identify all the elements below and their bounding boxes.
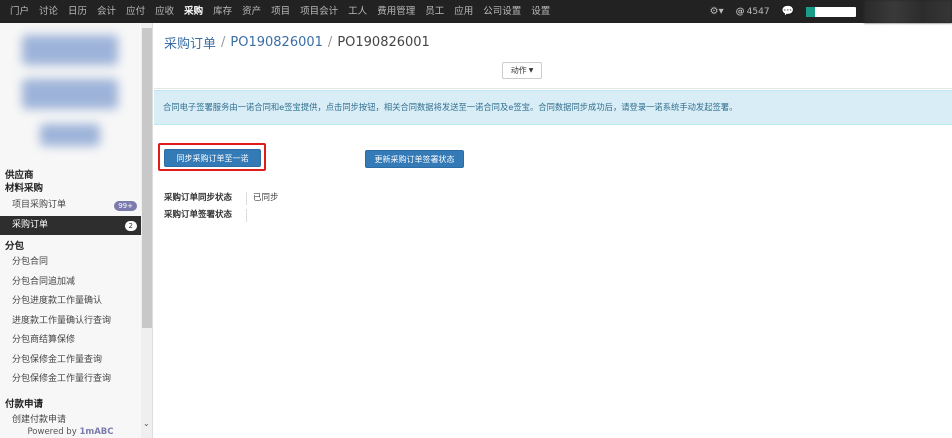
sidebar-item-label: 项目采购订单 bbox=[12, 200, 67, 210]
sidebar-scrollbar[interactable]: ⌄ bbox=[141, 23, 152, 438]
breadcrumb-separator: / bbox=[221, 35, 226, 50]
sidebar-section-title: 分包 bbox=[5, 241, 25, 252]
nav-item[interactable]: 应付 bbox=[121, 0, 150, 23]
nav-item[interactable]: 日历 bbox=[63, 0, 92, 23]
notification-count: 4547 bbox=[746, 6, 770, 17]
sidebar-item[interactable]: 分包保修金工作量行查询 bbox=[0, 370, 141, 390]
breadcrumb: 采购订单 / PO190826001 / PO190826001 bbox=[164, 33, 430, 52]
nav-item[interactable]: 应用 bbox=[449, 0, 478, 23]
scrollbar-thumb[interactable] bbox=[142, 28, 152, 328]
sidebar-item-label: 分包保修金工作量行查询 bbox=[12, 374, 112, 384]
sync-to-yinuo-button[interactable]: 同步采购订单至一诺 bbox=[164, 149, 261, 167]
sidebar-item-label: 采购订单 bbox=[12, 219, 49, 230]
sidebar-item-label: 分包商结算保修 bbox=[12, 335, 76, 345]
main-menu: 门户 讨论 日历 会计 应付 应收 采购 库存 资产 项目 项目会计 工人 费用管理 员工 应用 公司设置 设置 bbox=[0, 0, 555, 23]
company-logo-blurred bbox=[22, 35, 118, 65]
count-badge: 99+ bbox=[114, 201, 137, 211]
nav-item[interactable]: 资产 bbox=[237, 0, 266, 23]
breadcrumb-middle[interactable]: PO190826001 bbox=[230, 35, 323, 50]
nav-item[interactable]: 会计 bbox=[92, 0, 121, 23]
info-alert: 合同电子签署服务由一诺合同和e签宝提供，点击同步按钮，相关合同数据将发送至一诺合… bbox=[154, 90, 952, 125]
chat-icon[interactable]: 💬 bbox=[782, 6, 794, 17]
action-dropdown-button[interactable]: 动作 ▼ bbox=[502, 62, 542, 79]
sidebar-menu: 供应商材料采购项目采购订单 99+ 采购订单 2 分包分包合同分包合同追加减分包进度款工… bbox=[0, 169, 141, 430]
notifications-counter[interactable]: @ 4547 bbox=[736, 7, 770, 17]
breadcrumb-separator: / bbox=[327, 35, 333, 50]
sidebar-section-title: 材料采购 bbox=[5, 183, 44, 194]
nav-item[interactable]: 库存 bbox=[208, 0, 237, 23]
sidebar-item[interactable]: 分包合同追加减 bbox=[0, 273, 141, 293]
sidebar-item[interactable]: 进度款工作量确认行查询 bbox=[0, 312, 141, 332]
sidebar-section-title: 付款申请 bbox=[5, 398, 44, 410]
nav-item[interactable]: 应收 bbox=[150, 0, 179, 23]
nav-item[interactable]: 项目 bbox=[266, 0, 295, 23]
user-progress-fill bbox=[806, 6, 815, 17]
breadcrumb-current: PO190826001 bbox=[337, 35, 430, 50]
sidebar-section-title: 供应商 bbox=[5, 170, 34, 181]
caret-down-icon: ▼ bbox=[528, 67, 534, 74]
sidebar-item-label: 分包保修金工作量查询 bbox=[12, 354, 103, 365]
action-label: 动作 bbox=[510, 66, 527, 75]
nav-item[interactable]: 采购 bbox=[179, 0, 208, 23]
at-mention-icon: @ bbox=[735, 6, 745, 17]
scroll-down-arrow-icon[interactable]: ⌄ bbox=[143, 419, 150, 428]
breadcrumb-root[interactable]: 采购订单 bbox=[164, 33, 216, 52]
main-content: 采购订单 / PO190826001 / PO190826001 动作 ▼ 合同… bbox=[154, 23, 952, 438]
sidebar: 供应商材料采购项目采购订单 99+ 采购订单 2 分包分包合同分包合同追加减分包进度款工… bbox=[0, 23, 153, 438]
field-label: 采购订单同步状态 bbox=[164, 192, 247, 205]
settings-gear-icon[interactable]: ⚙▾ bbox=[710, 6, 724, 17]
top-right-tools: ⚙▾ @ 4547 💬 bbox=[710, 0, 952, 23]
sidebar-item-label: 分包进度款工作量确认 bbox=[12, 296, 103, 306]
sidebar-item-label: 分包合同追加减 bbox=[12, 276, 76, 287]
count-badge: 2 bbox=[124, 220, 137, 231]
nav-item[interactable]: 工人 bbox=[343, 0, 372, 23]
sidebar-item[interactable]: 项目采购订单 99+ bbox=[0, 196, 141, 216]
sidebar-item-label: 进度款工作量确认行查询 bbox=[12, 315, 112, 326]
sidebar-item[interactable]: 分包商结算保修 bbox=[0, 331, 141, 351]
update-sign-status-button[interactable]: 更新采购订单签署状态 bbox=[365, 150, 464, 168]
nav-item[interactable]: 员工 bbox=[420, 0, 449, 23]
sidebar-item[interactable]: 分包保修金工作量查询 bbox=[0, 351, 141, 371]
company-logo-blurred-2 bbox=[22, 79, 118, 109]
header-divider bbox=[154, 88, 952, 89]
company-logo-blurred-3 bbox=[40, 124, 100, 146]
powered-by: Powered by 1mABC bbox=[0, 427, 141, 438]
nav-item[interactable]: 公司设置 bbox=[478, 0, 526, 23]
sidebar-item-label: 分包合同 bbox=[12, 257, 49, 267]
nav-item[interactable]: 讨论 bbox=[34, 0, 63, 23]
nav-item[interactable]: 费用管理 bbox=[372, 0, 420, 23]
nav-item[interactable]: 门户 bbox=[5, 0, 34, 23]
field-sign-status: 采购订单签署状态 bbox=[164, 209, 253, 222]
nav-item[interactable]: 设置 bbox=[526, 0, 555, 23]
sidebar-item[interactable]: 分包进度款工作量确认 bbox=[0, 292, 141, 312]
user-menu-blurred[interactable] bbox=[864, 0, 952, 23]
user-progress-bar[interactable] bbox=[806, 6, 856, 17]
sidebar-item[interactable]: 分包合同 bbox=[0, 253, 141, 273]
nav-item[interactable]: 项目会计 bbox=[295, 0, 343, 23]
powered-by-brand[interactable]: 1mABC bbox=[79, 427, 113, 437]
field-label: 采购订单签署状态 bbox=[164, 209, 247, 222]
field-sync-status: 采购订单同步状态 已同步 bbox=[164, 192, 279, 205]
field-value bbox=[247, 209, 253, 222]
powered-by-prefix: Powered by bbox=[27, 427, 77, 437]
field-value: 已同步 bbox=[253, 193, 279, 203]
top-navbar: 门户 讨论 日历 会计 应付 应收 采购 库存 资产 项目 项目会计 工人 费用管理 员工 应用 公司设置 设置… bbox=[0, 0, 952, 23]
sidebar-item-label: 创建付款申请 bbox=[12, 414, 67, 425]
sidebar-item[interactable]: 采购订单 2 bbox=[0, 215, 141, 235]
